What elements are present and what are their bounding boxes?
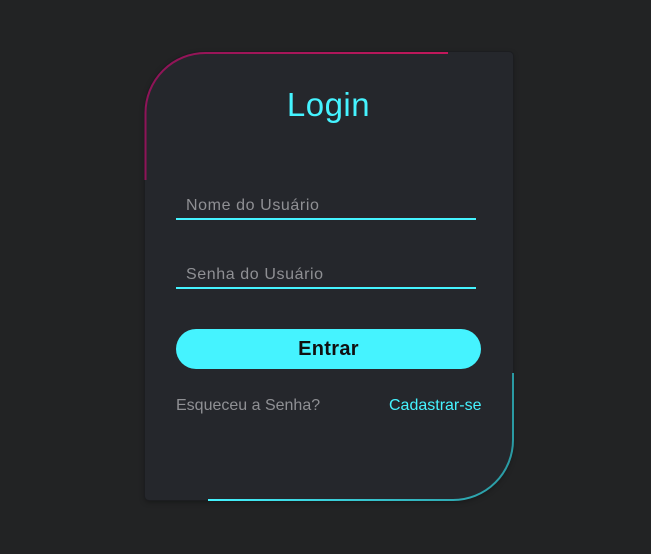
- submit-button[interactable]: Entrar: [176, 329, 481, 369]
- signup-link[interactable]: Cadastrar-se: [389, 397, 481, 415]
- password-input[interactable]: [176, 253, 476, 287]
- username-input[interactable]: [176, 184, 476, 218]
- username-field: [176, 184, 476, 220]
- login-title: Login: [286, 86, 371, 123]
- forgot-password-link[interactable]: Esqueceu a Senha?: [176, 397, 320, 415]
- page: Login Entrar Esqueceu a Senha? Cadastrar…: [0, 0, 651, 554]
- password-field: [176, 253, 476, 289]
